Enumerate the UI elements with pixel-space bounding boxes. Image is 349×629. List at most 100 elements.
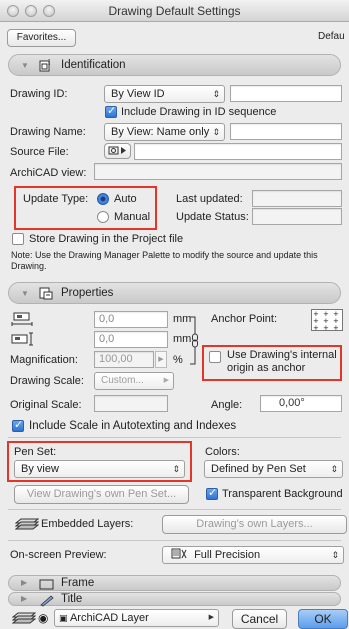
properties-icon xyxy=(39,287,53,300)
frame-section-header[interactable]: ▶ Frame xyxy=(8,575,341,591)
update-status-label: Update Status: xyxy=(176,211,249,223)
updown-arrow-icon: ⇕ xyxy=(330,464,338,474)
own-layers-button[interactable]: Drawing's own Layers... xyxy=(162,515,347,534)
layer-value: ArchiCAD Layer xyxy=(69,612,149,624)
properties-section-header[interactable]: ▼ Properties xyxy=(8,282,341,304)
divider xyxy=(8,509,341,510)
onscreen-preview-label: On-screen Preview: xyxy=(10,549,107,561)
update-status-field xyxy=(252,208,342,225)
drawing-name-label: Drawing Name: xyxy=(10,126,86,138)
updown-arrow-icon: ⇕ xyxy=(212,127,220,137)
angle-label: Angle: xyxy=(211,399,243,411)
expand-triangle-icon[interactable]: ▶ xyxy=(21,594,27,603)
drawing-name-value: By View: Name only xyxy=(111,126,210,138)
height-icon xyxy=(11,332,33,346)
layer-stack-icon xyxy=(12,612,36,624)
source-file-button[interactable] xyxy=(104,143,131,159)
updown-arrow-icon: ⇕ xyxy=(172,464,180,474)
title-section-header[interactable]: ▶ Title xyxy=(8,592,341,607)
store-drawing-checkbox[interactable] xyxy=(12,233,24,245)
height-input[interactable]: 0,0 xyxy=(94,331,168,348)
properties-label: Properties xyxy=(61,287,114,299)
window-title: Drawing Default Settings xyxy=(108,4,241,18)
svg-text:i: i xyxy=(48,58,51,67)
original-scale-label: Original Scale: xyxy=(10,399,82,411)
ok-button[interactable]: OK xyxy=(298,609,348,629)
drawing-id-label: Drawing ID: xyxy=(10,88,68,100)
layer-select[interactable]: ▣ ArchiCAD Layer ▶ xyxy=(54,609,219,627)
include-scale-checkbox[interactable] xyxy=(12,418,24,432)
chain-link-icon[interactable] xyxy=(189,316,201,366)
identification-section-header[interactable]: ▼ i Identification xyxy=(8,54,341,76)
layers-icon xyxy=(15,518,39,530)
last-updated-field xyxy=(252,190,342,207)
pen-set-value: By view xyxy=(21,463,59,475)
angle-input[interactable]: 0,00° xyxy=(260,395,342,412)
source-file-label: Source File: xyxy=(10,146,69,158)
update-type-label: Update Type: xyxy=(23,193,89,205)
archicad-view-label: ArchiCAD view: xyxy=(10,167,87,179)
link-source-icon xyxy=(108,146,126,155)
identification-icon: i xyxy=(39,58,51,72)
include-scale-label: Include Scale in Autotexting and Indexes xyxy=(29,420,237,432)
include-id-label: Include Drawing in ID sequence xyxy=(121,106,277,118)
updown-arrow-icon: ⇕ xyxy=(331,550,339,560)
collapse-triangle-icon[interactable]: ▼ xyxy=(21,289,29,298)
drawing-id-field[interactable] xyxy=(230,85,342,102)
pen-set-select[interactable]: By view ⇕ xyxy=(14,460,185,478)
identification-label: Identification xyxy=(61,59,126,71)
magnification-input: 100,00 xyxy=(94,351,154,368)
drawing-id-select[interactable]: By View ID ⇕ xyxy=(104,85,225,103)
title-bar: Drawing Default Settings xyxy=(0,0,349,22)
svg-text:+: + xyxy=(333,324,339,331)
anchor-point-grid[interactable]: + + + + + + + + + xyxy=(311,309,343,331)
archicad-view-field xyxy=(94,163,342,180)
cancel-button[interactable]: Cancel xyxy=(232,609,287,629)
divider xyxy=(8,437,341,438)
pen-set-label: Pen Set: xyxy=(14,446,57,458)
menu-arrow-icon: ▶ xyxy=(163,377,169,384)
frame-icon xyxy=(39,579,54,590)
internal-origin-checkbox[interactable] xyxy=(209,351,221,363)
manual-label: Manual xyxy=(114,211,151,223)
auto-radio[interactable] xyxy=(97,193,109,205)
colors-select[interactable]: Defined by Pen Set ⇕ xyxy=(204,460,343,478)
drawing-name-select[interactable]: By View: Name only ⇕ xyxy=(104,123,225,141)
view-pen-set-button[interactable]: View Drawing's own Pen Set... xyxy=(14,485,189,504)
divider xyxy=(8,540,341,541)
auto-label: Auto xyxy=(114,193,137,205)
collapse-triangle-icon[interactable]: ▼ xyxy=(21,61,29,70)
preview-icon xyxy=(171,548,187,559)
eye-visibility-icon[interactable]: ◉ xyxy=(38,611,48,625)
manual-radio[interactable] xyxy=(97,211,109,223)
drawing-id-value: By View ID xyxy=(111,88,165,100)
favorites-button[interactable]: Favorites... xyxy=(7,29,76,47)
internal-origin-label: Use Drawing's internal origin as anchor xyxy=(227,349,337,374)
source-file-field[interactable] xyxy=(134,143,342,160)
transparent-bg-checkbox[interactable] xyxy=(206,486,218,500)
default-label: Defau xyxy=(318,31,345,42)
drawing-scale-label: Drawing Scale: xyxy=(10,375,84,387)
title-pencil-icon xyxy=(40,595,54,607)
menu-arrow-icon: ▶ xyxy=(208,614,214,621)
include-id-checkbox[interactable] xyxy=(105,104,117,118)
title-label: Title xyxy=(61,593,83,605)
lock-icon: ▣ xyxy=(59,613,68,623)
transparent-bg-label: Transparent Background xyxy=(222,488,343,500)
store-drawing-label: Store Drawing in the Project file xyxy=(29,233,184,245)
svg-text:+: + xyxy=(323,324,329,331)
percent-label: % xyxy=(173,354,183,366)
width-input[interactable]: 0,0 xyxy=(94,311,168,328)
magnification-label: Magnification: xyxy=(10,354,78,366)
drawing-scale-value: Custom... xyxy=(101,375,144,386)
expand-triangle-icon[interactable]: ▶ xyxy=(21,578,27,587)
last-updated-label: Last updated: xyxy=(176,193,243,205)
colors-value: Defined by Pen Set xyxy=(211,463,306,475)
drawing-name-field[interactable] xyxy=(230,123,342,140)
onscreen-preview-value: Full Precision xyxy=(194,549,261,561)
onscreen-preview-select[interactable]: Full Precision ⇕ xyxy=(162,546,344,564)
embedded-layers-label: Embedded Layers: xyxy=(41,518,134,530)
note-text: Note: Use the Drawing Manager Palette to… xyxy=(11,250,318,271)
magnification-arrow-icon: ▶ xyxy=(155,351,167,368)
anchor-point-label: Anchor Point: xyxy=(211,313,278,325)
